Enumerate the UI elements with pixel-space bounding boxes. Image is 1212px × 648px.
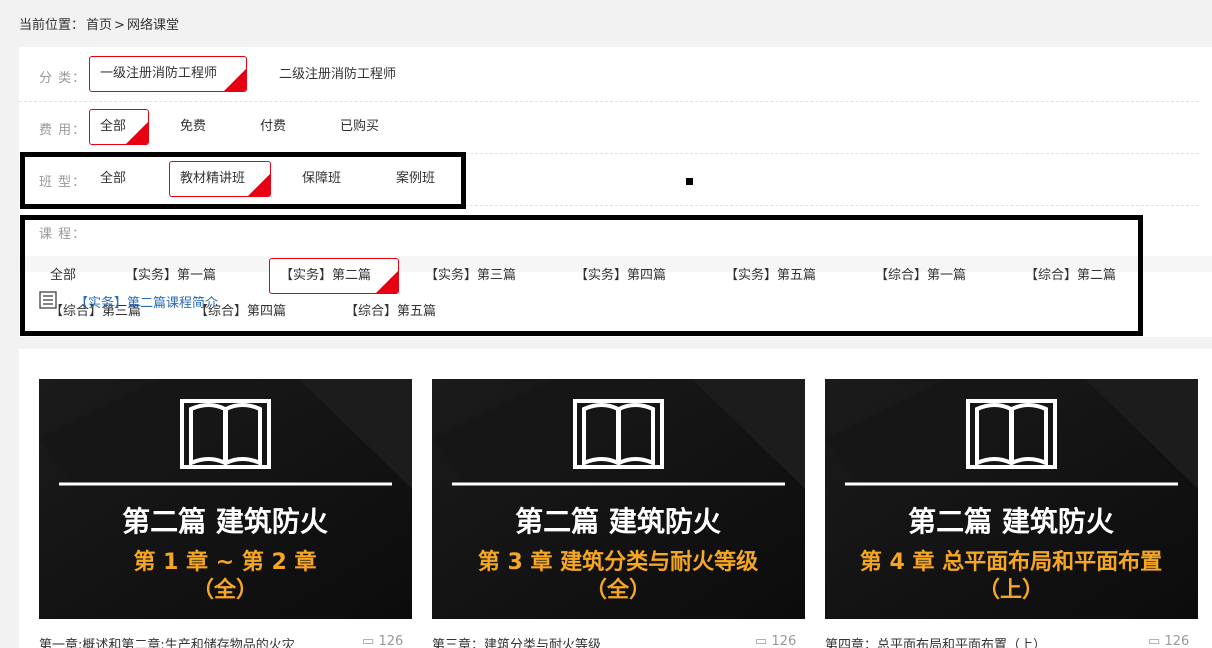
breadcrumb-current: 网络课堂 [126,18,179,33]
course-card-thumbnail[interactable]: 第二篇 建筑防火 第 4 章 总平面布局和平面布置 （上） [825,379,1198,619]
card-count-value: 126 [1164,634,1190,648]
course-card-thumbnail[interactable]: 第二篇 建筑防火 第 3 章 建筑分类与耐火等级 （全） [432,379,805,619]
fee-option-purchased[interactable]: 已购买 [330,109,389,145]
card-count-value: 126 [771,634,797,648]
card-part-title: 第二篇 建筑防火 [908,505,1114,538]
breadcrumb-prefix: 当前位置： [19,18,85,33]
card-chapter-line2: （上） [978,578,1044,603]
card-chapter-line2: （全） [585,577,651,603]
comment-icon: ▭ [755,634,768,648]
course-card-list: 第二篇 建筑防火 第 1 章 ~ 第 2 章 （全） 第二篇 建筑防火 第 3 … [19,349,1212,648]
breadcrumb-separator: > [114,18,125,33]
category-option-level1[interactable]: 一级注册消防工程师 [89,56,247,92]
fee-label: 费 用： [39,123,87,138]
card-comment-count: ▭ 126 [1148,634,1189,648]
card-caption[interactable]: 第四章：总平面布局和平面布置（上） [825,634,1125,648]
card-part-title: 第二篇 建筑防火 [122,505,328,538]
card-caption[interactable]: 第三章：建筑分类与耐火等级 [432,634,732,648]
row-divider [19,101,1199,102]
marker-dot [686,178,693,185]
comment-icon: ▭ [362,634,375,648]
card-caption[interactable]: 第一章:概述和第二章:生产和储存物品的火灾 [39,634,339,648]
category-option-level2[interactable]: 二级注册消防工程师 [269,57,406,93]
fee-option-free[interactable]: 免费 [170,109,216,145]
breadcrumb: 当前位置： 首页 > 网络课堂 [19,14,181,33]
highlight-box-class-type [20,152,466,209]
breadcrumb-home-link[interactable]: 首页 [86,18,112,33]
course-card-thumbnail[interactable]: 第二篇 建筑防火 第 1 章 ~ 第 2 章 （全） [39,379,412,619]
comment-icon: ▭ [1148,634,1161,648]
card-chapter-line2: （全） [192,577,258,603]
fee-option-paid[interactable]: 付费 [250,109,296,145]
card-chapter-line1: 第 3 章 建筑分类与耐火等级 [478,549,758,575]
fee-option-all[interactable]: 全部 [89,109,149,145]
card-part-title: 第二篇 建筑防火 [515,505,721,538]
card-chapter-line1: 第 4 章 总平面布局和平面布置 [860,549,1162,575]
card-count-value: 126 [378,634,404,648]
category-label: 分 类： [39,71,87,86]
card-chapter-line1: 第 1 章 ~ 第 2 章 [133,549,316,575]
card-comment-count: ▭ 126 [755,634,796,648]
highlight-box-course [20,215,1143,336]
card-comment-count: ▭ 126 [362,634,403,648]
